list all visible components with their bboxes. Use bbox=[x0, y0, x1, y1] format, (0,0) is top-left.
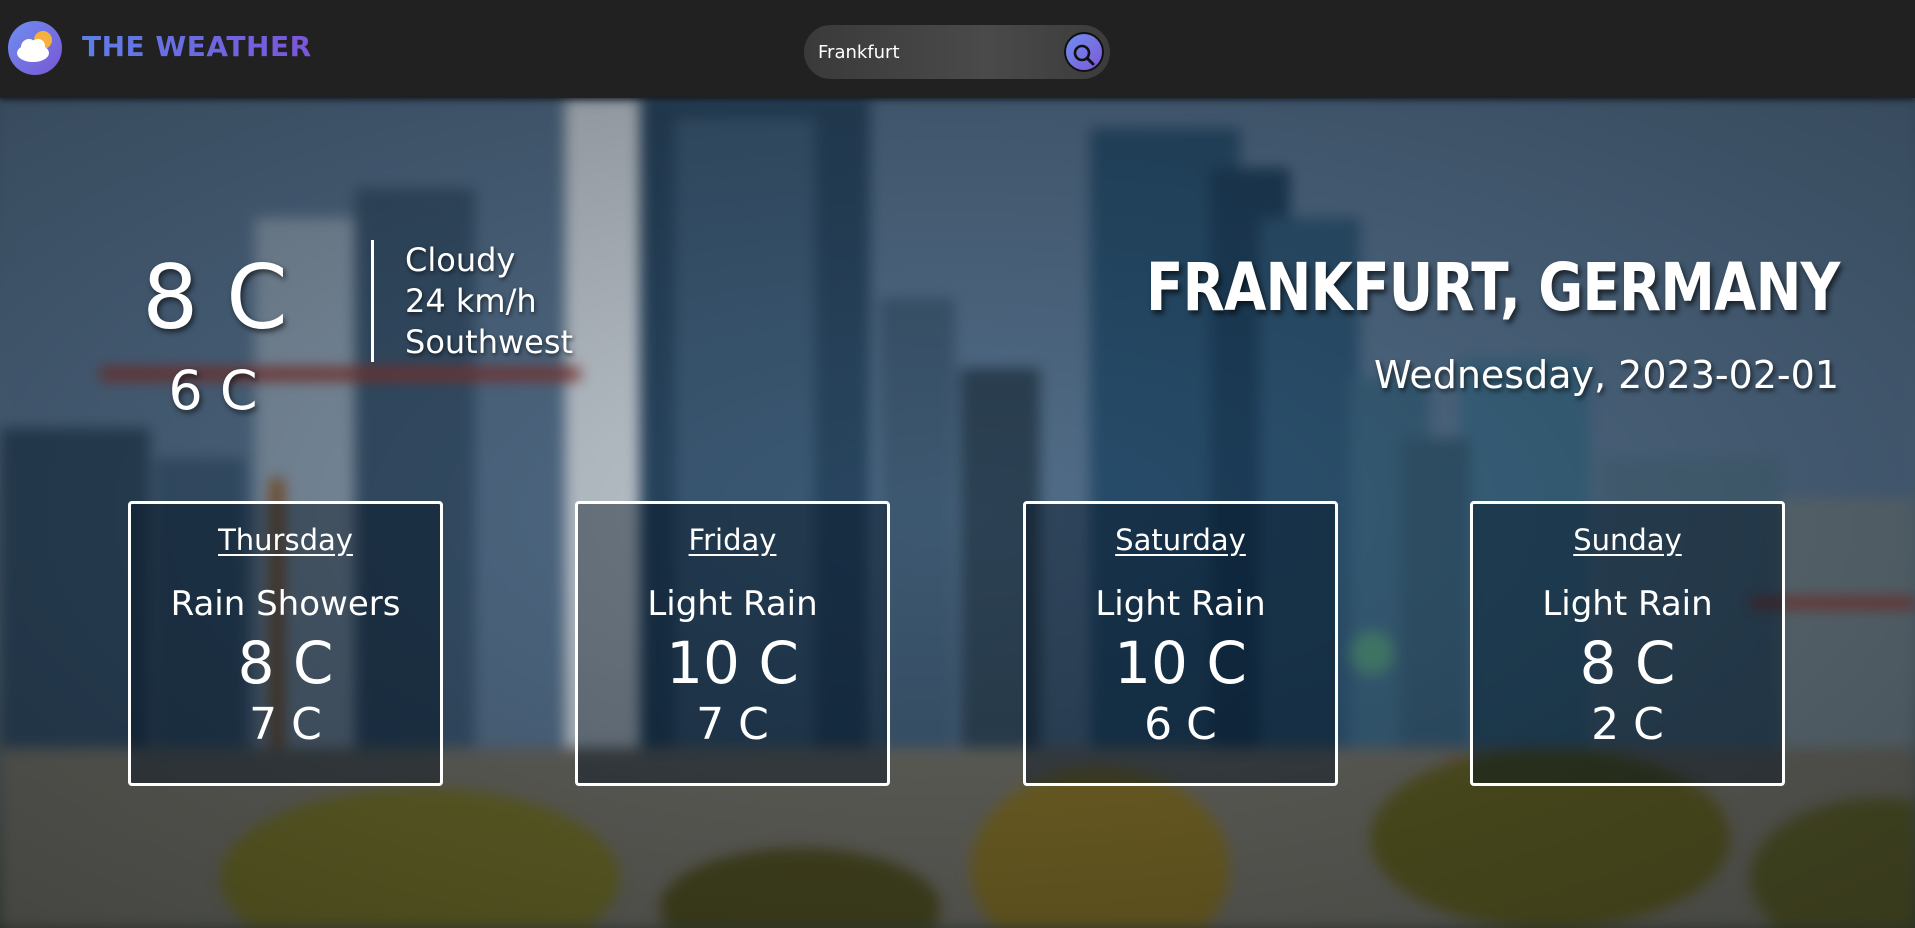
forecast-condition: Rain Showers bbox=[170, 584, 401, 624]
forecast-card-friday[interactable]: Friday Light Rain 10 C 7 C bbox=[575, 501, 890, 786]
wind-direction: Southwest bbox=[405, 323, 574, 361]
location-title: Frankfurt, Germany bbox=[1145, 249, 1840, 326]
forecast-low: 6 C bbox=[1144, 699, 1217, 750]
forecast-high: 8 C bbox=[1579, 629, 1676, 697]
forecast-condition: Light Rain bbox=[1095, 584, 1266, 624]
forecast-high: 10 C bbox=[666, 629, 799, 697]
forecast-card-sunday[interactable]: Sunday Light Rain 8 C 2 C bbox=[1470, 501, 1785, 786]
forecast-card-saturday[interactable]: Saturday Light Rain 10 C 6 C bbox=[1023, 501, 1338, 786]
forecast-card-thursday[interactable]: Thursday Rain Showers 8 C 7 C bbox=[128, 501, 443, 786]
divider bbox=[371, 240, 374, 362]
forecast-day: Sunday bbox=[1573, 523, 1682, 557]
forecast-high: 8 C bbox=[237, 629, 334, 697]
search-icon bbox=[1073, 44, 1095, 66]
search-bar bbox=[804, 25, 1110, 79]
forecast-low: 7 C bbox=[696, 699, 769, 750]
forecast-low: 7 C bbox=[249, 699, 322, 750]
current-temperature: 8 C bbox=[142, 246, 288, 349]
cloud-sun-icon[interactable] bbox=[7, 20, 63, 76]
forecast-low: 2 C bbox=[1591, 699, 1664, 750]
app-title: THE WEATHER bbox=[82, 30, 312, 63]
forecast-day: Friday bbox=[688, 523, 777, 557]
current-details: Cloudy 24 km/h Southwest bbox=[405, 240, 573, 363]
wind-speed: 24 km/h bbox=[405, 282, 537, 320]
forecast-day: Thursday bbox=[218, 523, 353, 557]
app-header: THE WEATHER bbox=[0, 0, 1915, 98]
current-condition: Cloudy bbox=[405, 241, 516, 279]
search-input[interactable] bbox=[816, 36, 1046, 68]
forecast-condition: Light Rain bbox=[1542, 584, 1713, 624]
forecast-condition: Light Rain bbox=[647, 584, 818, 624]
current-date: Wednesday, 2023-02-01 bbox=[1374, 353, 1839, 397]
current-low-temperature: 6 C bbox=[168, 359, 258, 422]
search-button[interactable] bbox=[1064, 32, 1104, 72]
forecast-high: 10 C bbox=[1114, 629, 1247, 697]
forecast-day: Saturday bbox=[1115, 523, 1246, 557]
